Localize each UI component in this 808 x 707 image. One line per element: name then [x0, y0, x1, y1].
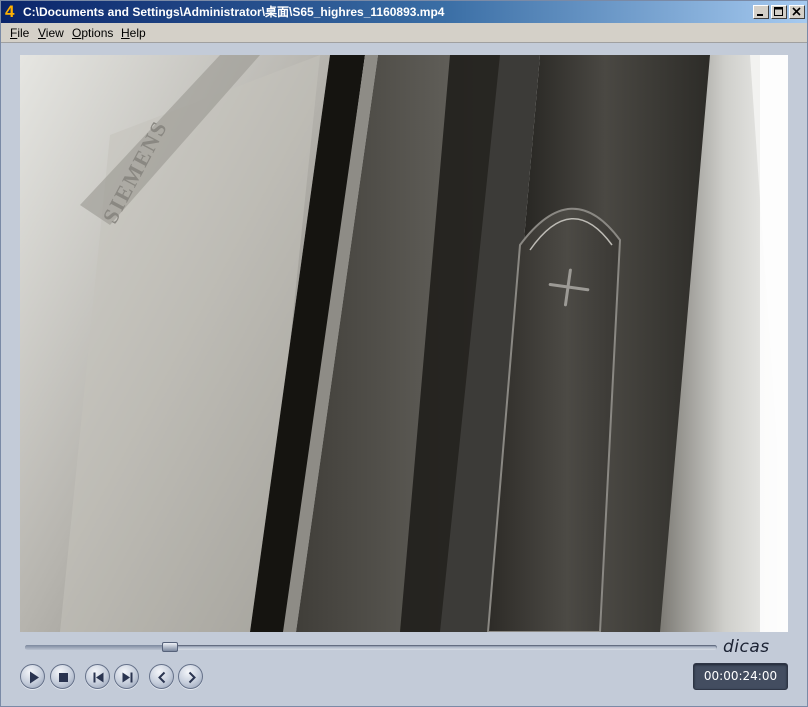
menu-bar: File View Options Help: [1, 23, 807, 43]
stop-icon: [59, 673, 68, 682]
next-button[interactable]: [114, 664, 139, 689]
maximize-icon: [774, 7, 783, 16]
app-icon[interactable]: 4: [5, 2, 14, 22]
close-icon: [792, 7, 801, 16]
window-controls: [751, 5, 805, 19]
title-bar[interactable]: 4 C:\Documents and Settings\Administrato…: [1, 1, 807, 23]
menu-help[interactable]: Help: [121, 26, 146, 40]
menu-options[interactable]: Options: [72, 26, 113, 40]
video-image: SIEMENS: [20, 55, 788, 632]
step-back-button[interactable]: [149, 664, 174, 689]
video-frame[interactable]: SIEMENS: [20, 55, 788, 632]
stop-button[interactable]: [50, 664, 75, 689]
seek-thumb[interactable]: [162, 642, 179, 652]
play-icon: [30, 671, 39, 684]
brand-logo: dicas: [723, 637, 770, 657]
seek-progress: [25, 645, 171, 650]
previous-button[interactable]: [85, 664, 110, 689]
minimize-button[interactable]: [753, 5, 769, 19]
menu-file[interactable]: File: [10, 26, 29, 40]
menu-view[interactable]: View: [38, 26, 64, 40]
time-display: 00:00:24:00: [693, 663, 788, 690]
skip-next-icon: [122, 672, 133, 683]
step-forward-button[interactable]: [178, 664, 203, 689]
play-button[interactable]: [20, 664, 45, 689]
seek-bar[interactable]: [25, 642, 717, 652]
window-title: C:\Documents and Settings\Administrator\…: [23, 5, 445, 19]
maximize-button[interactable]: [771, 5, 787, 19]
close-button[interactable]: [789, 5, 805, 19]
step-back-icon: [158, 671, 166, 684]
step-forward-icon: [188, 671, 196, 684]
skip-previous-icon: [93, 672, 104, 683]
minimize-icon: [757, 14, 763, 16]
player-window: 4 C:\Documents and Settings\Administrato…: [0, 0, 808, 707]
